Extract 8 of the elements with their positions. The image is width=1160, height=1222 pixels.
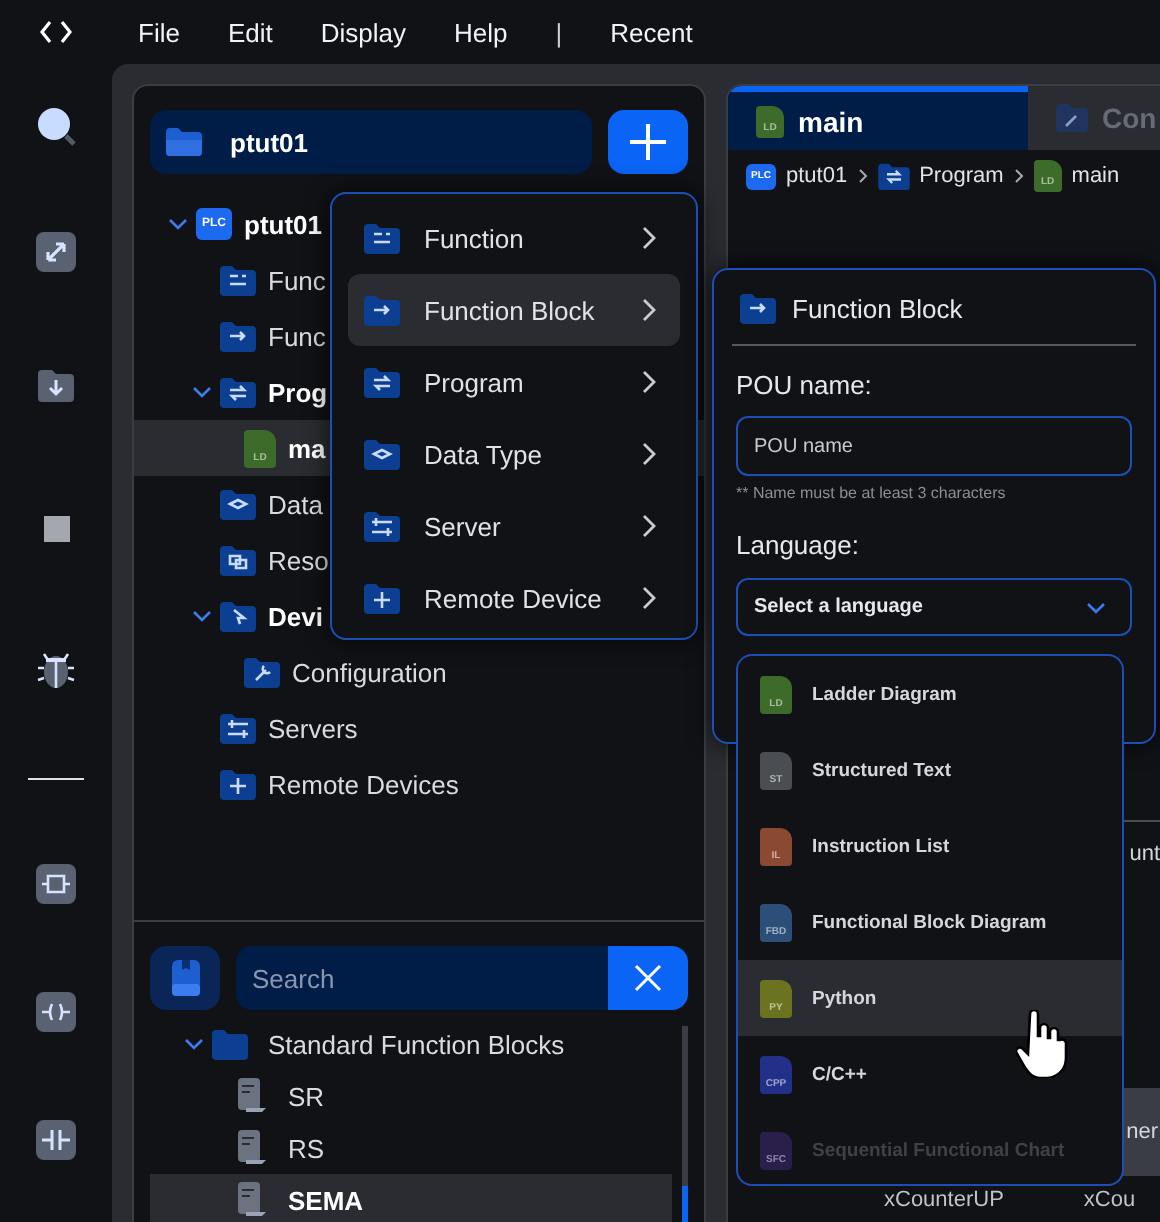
dialog-title: Function Block	[792, 293, 963, 323]
table-cell: xCounterUP	[884, 1188, 1004, 1212]
menu-separator: |	[555, 17, 563, 47]
field-label: POU name:	[736, 370, 874, 400]
field-label: Language:	[736, 530, 861, 560]
table-cell-text: unt	[1127, 842, 1160, 866]
table-cell: xCou	[1083, 1188, 1136, 1212]
hint-text: ** Name must be at least 3 characters	[736, 484, 1008, 502]
